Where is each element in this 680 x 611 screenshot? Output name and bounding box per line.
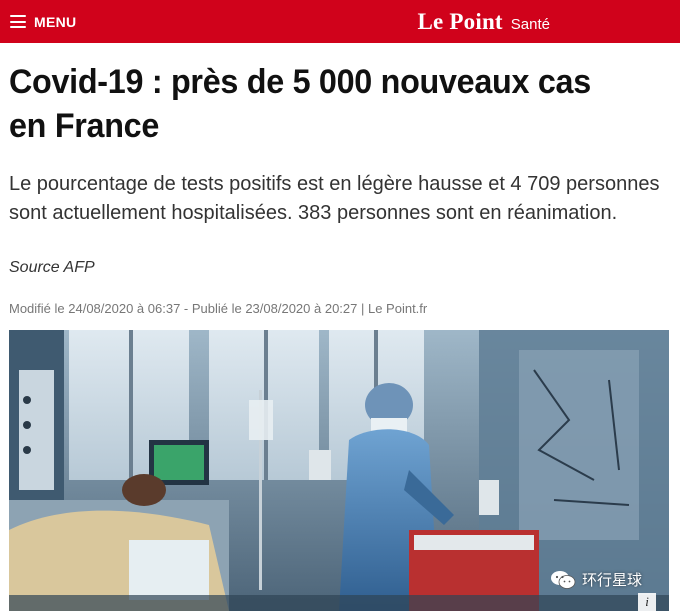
article-lede: Le pourcentage de tests positifs est en … (9, 173, 660, 224)
article-meta: Modifié le 24/08/2020 à 06:37 - Publié l… (9, 301, 428, 316)
article-source: Source AFP (9, 259, 95, 276)
watermark: 环行星球 (550, 569, 642, 590)
article-title: Covid-19 : près de 5 000 nouveaux cas en… (9, 63, 591, 145)
info-icon[interactable]: i (638, 593, 656, 611)
section-label[interactable]: Santé (511, 16, 550, 33)
wechat-icon (550, 570, 576, 589)
menu-label: MENU (34, 13, 77, 30)
menu-button[interactable]: MENU (10, 14, 76, 30)
watermark-text: 环行星球 (581, 571, 642, 589)
header-bar: MENU Le Point Santé (0, 0, 680, 43)
brand-logo[interactable]: Le Point (418, 9, 503, 35)
brand[interactable]: Le Point Santé (418, 9, 551, 35)
hamburger-icon (10, 15, 26, 28)
